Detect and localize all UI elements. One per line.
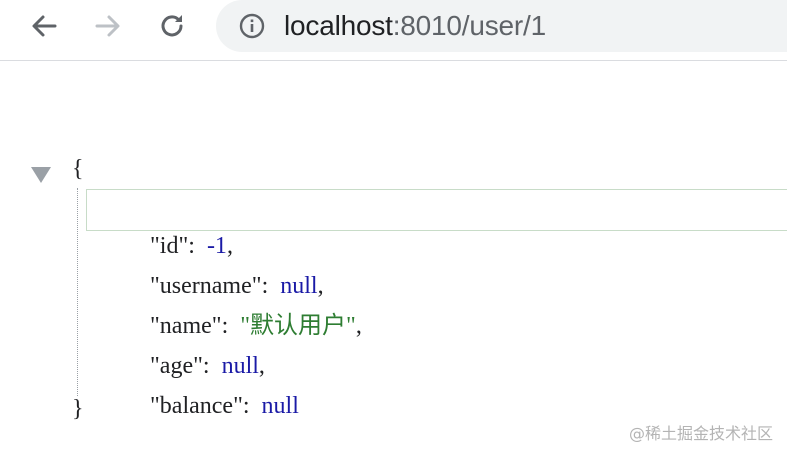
url-text: localhost:8010/user/1 — [284, 10, 546, 42]
info-icon[interactable] — [238, 12, 266, 40]
open-brace: { — [72, 156, 84, 182]
forward-button[interactable] — [88, 8, 128, 44]
collapse-toggle-icon[interactable] — [31, 167, 51, 183]
json-row-age: "age": null, — [126, 312, 265, 379]
json-row-id: "id": -1, — [126, 192, 233, 259]
watermark: @稀土掘金技术社区 — [628, 424, 773, 443]
json-row-username: "username": null, — [126, 232, 324, 299]
address-bar[interactable]: localhost:8010/user/1 — [216, 0, 787, 52]
url-host: localhost — [284, 10, 393, 41]
json-key: "balance" — [150, 393, 243, 419]
json-viewer: { "id": -1, "username": null, "name": "默… — [0, 60, 787, 456]
json-row-name: "name": "默认用户", — [126, 272, 362, 339]
json-colon: : — [242, 393, 262, 419]
reload-icon — [157, 11, 187, 41]
reload-button[interactable] — [152, 8, 192, 44]
back-button[interactable] — [24, 8, 64, 44]
json-row-balance: "balance": null — [126, 352, 299, 419]
indent-guide — [77, 188, 78, 396]
back-arrow-icon — [29, 11, 59, 41]
close-brace: } — [72, 396, 84, 422]
json-comma: , — [355, 313, 362, 339]
forward-arrow-icon — [93, 11, 123, 41]
browser-toolbar: localhost:8010/user/1 — [0, 0, 787, 61]
url-path: :8010/user/1 — [392, 10, 546, 41]
json-value: null — [261, 393, 299, 419]
